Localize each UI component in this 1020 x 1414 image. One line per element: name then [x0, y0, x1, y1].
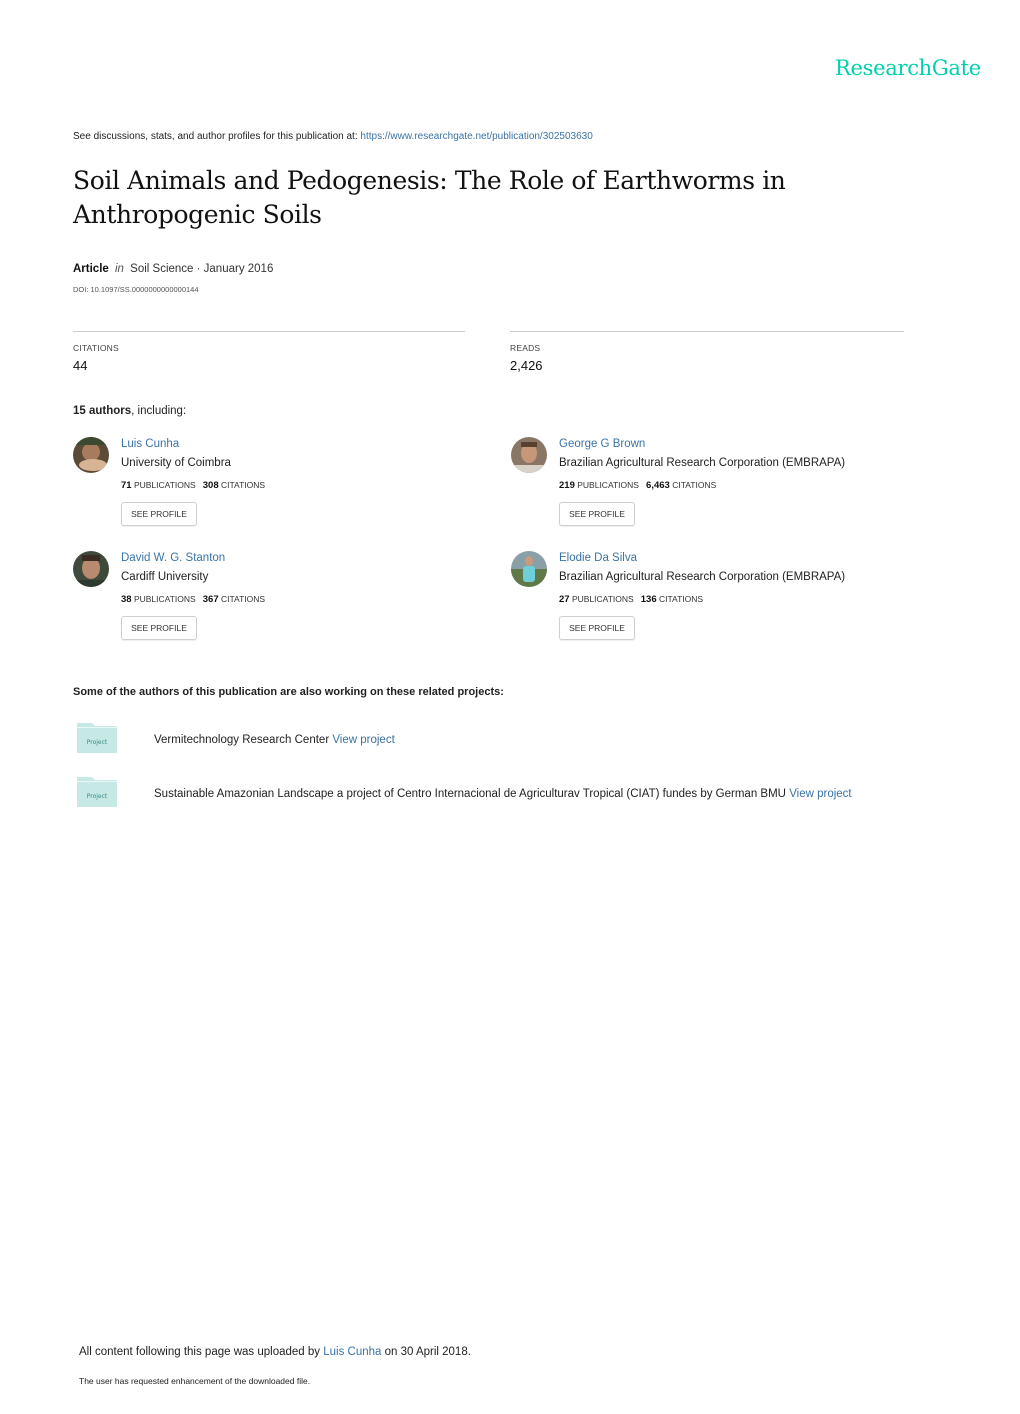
view-project-link[interactable]: View project: [789, 788, 851, 800]
project-folder-icon[interactable]: Project: [76, 776, 118, 808]
project-item: Vermitechnology Research Center View pro…: [154, 734, 395, 746]
citations-label: CITATIONS: [659, 594, 704, 604]
publications-count: 27: [559, 594, 570, 605]
project-title: Sustainable Amazonian Landscape a projec…: [154, 788, 790, 800]
publication-meta: Article in Soil Science · January 2016: [73, 263, 273, 275]
publications-label: PUBLICATIONS: [571, 594, 634, 604]
author-institution: University of Coimbra: [121, 457, 231, 469]
publications-count: 219: [559, 480, 575, 491]
author-stats: 71 PUBLICATIONS 308 CITATIONS: [121, 480, 265, 491]
upload-suffix: on 30 April 2018.: [381, 1346, 471, 1358]
publications-label: PUBLICATIONS: [133, 594, 196, 604]
publications-count: 38: [121, 594, 132, 605]
citations-count: 308: [202, 480, 219, 491]
author-name-link[interactable]: Elodie Da Silva: [559, 552, 637, 564]
project-icon-label: Project: [87, 739, 108, 746]
publications-label: PUBLICATIONS: [577, 480, 639, 490]
author-institution: Brazilian Agricultural Research Corporat…: [559, 571, 846, 583]
publication-url-link[interactable]: https://www.researchgate.net/publication…: [360, 131, 592, 142]
author-name-link[interactable]: George G Brown: [559, 438, 645, 450]
see-profile-button[interactable]: SEE PROFILE: [121, 616, 197, 640]
author-card: Luis Cunha University of Coimbra 71 PUBL…: [73, 437, 493, 547]
citations-count: 367: [202, 594, 219, 605]
author-card: Elodie Da Silva Brazilian Agricultural R…: [511, 551, 931, 661]
authors-count: 15 authors: [73, 405, 132, 417]
author-card: David W. G. Stanton Cardiff University 3…: [73, 551, 493, 661]
divider-reads: [510, 331, 904, 332]
project-item: Sustainable Amazonian Landscape a projec…: [154, 788, 852, 800]
reads-label: READS: [510, 343, 541, 353]
see-profile-button[interactable]: SEE PROFILE: [559, 616, 635, 640]
author-name-link[interactable]: David W. G. Stanton: [121, 552, 225, 564]
divider-citations: [73, 331, 465, 332]
citations-label: CITATIONS: [672, 480, 717, 490]
author-stats: 219 PUBLICATIONS 6,463 CITATIONS: [559, 480, 716, 491]
citations-value: 44: [73, 358, 88, 373]
avatar[interactable]: [73, 437, 109, 473]
author-institution: Cardiff University: [121, 571, 209, 583]
doi: DOI: 10.1097/SS.0000000000000144: [73, 285, 199, 294]
project-folder-icon[interactable]: Project: [76, 722, 118, 754]
citations-count: 136: [640, 594, 657, 605]
see-profile-button[interactable]: SEE PROFILE: [559, 502, 635, 526]
citations-label: CITATIONS: [73, 343, 119, 353]
citations-label: CITATIONS: [221, 594, 266, 604]
avatar[interactable]: [73, 551, 109, 587]
in-word: in: [115, 263, 124, 275]
related-projects-heading: Some of the authors of this publication …: [73, 686, 504, 698]
enhancement-note: The user has requested enhancement of th…: [79, 1376, 311, 1386]
avatar[interactable]: [511, 437, 547, 473]
authors-suffix: , including:: [131, 405, 187, 417]
publication-type: Article: [73, 263, 109, 275]
publications-label: PUBLICATIONS: [133, 480, 196, 490]
see-discussions-text: See discussions, stats, and author profi…: [73, 131, 361, 142]
researchgate-logo[interactable]: ResearchGate: [835, 56, 981, 80]
avatar[interactable]: [511, 551, 547, 587]
journal-date: Soil Science · January 2016: [130, 263, 274, 275]
project-icon-label: Project: [87, 793, 108, 800]
author-stats: 27 PUBLICATIONS 136 CITATIONS: [559, 594, 703, 605]
see-discussions-line: See discussions, stats, and author profi…: [73, 131, 593, 142]
citations-label: CITATIONS: [221, 480, 266, 490]
project-title: Vermitechnology Research Center: [154, 734, 333, 746]
see-profile-button[interactable]: SEE PROFILE: [121, 502, 197, 526]
author-stats: 38 PUBLICATIONS 367 CITATIONS: [121, 594, 265, 605]
author-institution: Brazilian Agricultural Research Corporat…: [559, 457, 846, 469]
authors-heading: 15 authors, including:: [73, 405, 186, 417]
publication-title: Soil Animals and Pedogenesis: The Role o…: [73, 166, 786, 229]
author-card: George G Brown Brazilian Agricultural Re…: [511, 437, 931, 547]
reads-value: 2,426: [510, 358, 543, 373]
upload-prefix: All content following this page was uplo…: [79, 1346, 324, 1358]
author-name-link[interactable]: Luis Cunha: [121, 438, 179, 450]
view-project-link[interactable]: View project: [332, 734, 394, 746]
upload-note: All content following this page was uplo…: [79, 1346, 471, 1358]
publications-count: 71: [121, 480, 132, 491]
citations-count: 6,463: [646, 480, 670, 491]
uploader-link[interactable]: Luis Cunha: [323, 1346, 381, 1358]
